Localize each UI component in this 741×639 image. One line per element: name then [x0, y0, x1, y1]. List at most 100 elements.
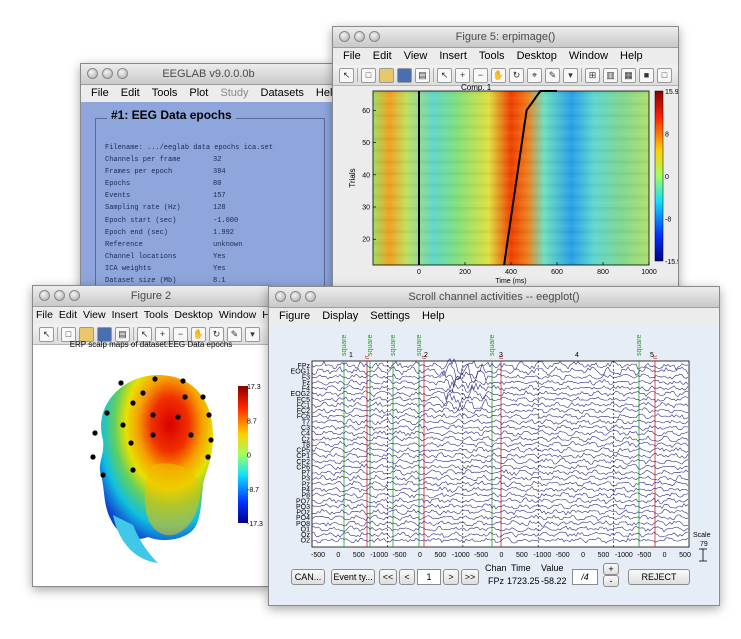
zoom-in-button[interactable]: + [603, 563, 619, 575]
new-figure-icon[interactable]: □ [361, 67, 376, 83]
menu-plot[interactable]: Plot [183, 85, 214, 102]
erpimage-titlebar[interactable]: Figure 5: erpimage() [333, 27, 678, 48]
zoom-icon[interactable] [369, 31, 380, 42]
next-page-button[interactable]: >> [461, 569, 479, 585]
menu-settings[interactable]: Settings [364, 308, 416, 325]
menu-tools[interactable]: Tools [141, 307, 172, 324]
zoom-out-icon[interactable]: − [473, 67, 488, 83]
zoom-out-button[interactable]: - [603, 575, 619, 587]
figure2-titlebar[interactable]: Figure 2 [33, 286, 269, 307]
minimize-icon[interactable] [54, 290, 65, 301]
page-field[interactable]: 1 [417, 569, 441, 585]
dropdown-icon[interactable]: ▾ [563, 67, 578, 83]
menu-desktop[interactable]: Desktop [171, 307, 216, 324]
menu-file[interactable]: File [33, 307, 56, 324]
open-icon[interactable] [379, 67, 394, 83]
scalp-map-plot[interactable]: 17.3 8.7 0 -8.7 -17.3 [33, 345, 269, 585]
event-types-button[interactable]: Event ty... [331, 569, 375, 585]
electrode-marker [180, 378, 186, 384]
arrow-icon[interactable]: ↖ [339, 67, 354, 83]
link-icon[interactable]: ⊞ [585, 67, 600, 83]
heatmap-texture-band [373, 224, 649, 228]
x-tick-label: 200 [459, 269, 471, 276]
close-icon[interactable] [275, 291, 286, 302]
electrode-marker [118, 380, 124, 386]
save-icon[interactable] [397, 67, 412, 83]
event-label-square: square [416, 334, 423, 356]
zoom-icon[interactable] [117, 68, 128, 79]
separator [133, 327, 134, 341]
heatmap-texture-band [373, 125, 649, 129]
print-icon[interactable]: ▤ [415, 67, 430, 83]
scalp-colorbar-tick-label: 8.7 [247, 418, 257, 425]
menu-edit[interactable]: Edit [367, 48, 398, 65]
minimize-icon[interactable] [102, 68, 113, 79]
menu-help[interactable]: Help [416, 308, 451, 325]
menu-figure[interactable]: Figure [273, 308, 316, 325]
menu-desktop[interactable]: Desktop [511, 48, 563, 65]
zoom-icon[interactable] [305, 291, 316, 302]
menu-window[interactable]: Window [216, 307, 259, 324]
menu-edit[interactable]: Edit [115, 85, 146, 102]
event-label-square: square [636, 334, 643, 356]
close-icon[interactable] [39, 290, 50, 301]
reject-button[interactable]: REJECT [628, 569, 690, 585]
eegplot-titlebar[interactable]: Scroll channel activities -- eegplot() [269, 287, 719, 308]
erpimage-toolbar: ↖ □ ▤ ↖ + − ✋ ↻ ⌖ ✎ ▾ ⊞ ▥ ▦ ■ □ [333, 65, 678, 86]
x-tick-label: -500 [637, 552, 651, 559]
hide-tools-icon[interactable]: ■ [639, 67, 654, 83]
close-icon[interactable] [339, 31, 350, 42]
menu-window[interactable]: Window [563, 48, 614, 65]
minimize-icon[interactable] [290, 291, 301, 302]
prev-page-button[interactable]: << [379, 569, 397, 585]
dataset-info-value: Yes [213, 252, 226, 261]
electrode-marker [152, 376, 158, 382]
electrode-marker [130, 400, 136, 406]
legend-icon[interactable]: ▦ [621, 67, 636, 83]
menu-display[interactable]: Display [316, 308, 364, 325]
heatmap-texture-band [373, 143, 649, 147]
cancel-button[interactable]: CAN... [291, 569, 325, 585]
x-tick-label: -1000 [452, 552, 470, 559]
prev-button[interactable]: < [399, 569, 415, 585]
minimize-icon[interactable] [354, 31, 365, 42]
heatmap-texture-band [373, 114, 649, 118]
x-tick-label: -500 [311, 552, 325, 559]
electrode-marker [150, 412, 156, 418]
pan-icon[interactable]: ✋ [491, 67, 506, 83]
menu-help[interactable]: Help [614, 48, 649, 65]
menu-view[interactable]: View [80, 307, 109, 324]
next-button[interactable]: > [443, 569, 459, 585]
dataset-info-key: Channel locations [105, 252, 177, 261]
zoom-in-icon[interactable]: + [455, 67, 470, 83]
scalp-colorbar-ticks: 17.3 8.7 0 -8.7 -17.3 [247, 384, 263, 528]
rotate-icon[interactable]: ↻ [509, 67, 524, 83]
menu-file[interactable]: File [337, 48, 367, 65]
brush-icon[interactable]: ✎ [545, 67, 560, 83]
menu-insert[interactable]: Insert [109, 307, 141, 324]
menu-tools[interactable]: Tools [146, 85, 184, 102]
menu-datasets[interactable]: Datasets [255, 85, 310, 102]
dataset-info-value: 32 [213, 156, 222, 165]
heatmap-texture-band [373, 102, 649, 106]
colorbar-icon[interactable]: ▥ [603, 67, 618, 83]
show-tools-icon[interactable]: □ [657, 67, 672, 83]
erpimage-plot[interactable]: 0 200 400 600 800 1000 20 30 40 50 60 Time (ms) Tria… [333, 86, 678, 289]
zoom-icon[interactable] [69, 290, 80, 301]
eeglab-titlebar[interactable]: EEGLAB v9.0.0.0b [81, 64, 336, 85]
scale-field[interactable]: /4 [572, 569, 598, 585]
close-icon[interactable] [87, 68, 98, 79]
heatmap-texture-band [373, 131, 649, 135]
x-tick-label: 0 [581, 552, 585, 559]
x-tick-label: 400 [505, 269, 517, 276]
menu-edit[interactable]: Edit [56, 307, 80, 324]
electrode-marker [140, 390, 146, 396]
menu-file[interactable]: File [85, 85, 115, 102]
edit-plot-icon[interactable]: ↖ [437, 67, 452, 83]
data-cursor-icon[interactable]: ⌖ [527, 67, 542, 83]
menu-tools[interactable]: Tools [473, 48, 511, 65]
x-tick-label: 1000 [641, 269, 657, 276]
menu-view[interactable]: View [398, 48, 434, 65]
menu-insert[interactable]: Insert [433, 48, 473, 65]
dataset-info-key: Sampling rate (Hz) [105, 204, 181, 213]
